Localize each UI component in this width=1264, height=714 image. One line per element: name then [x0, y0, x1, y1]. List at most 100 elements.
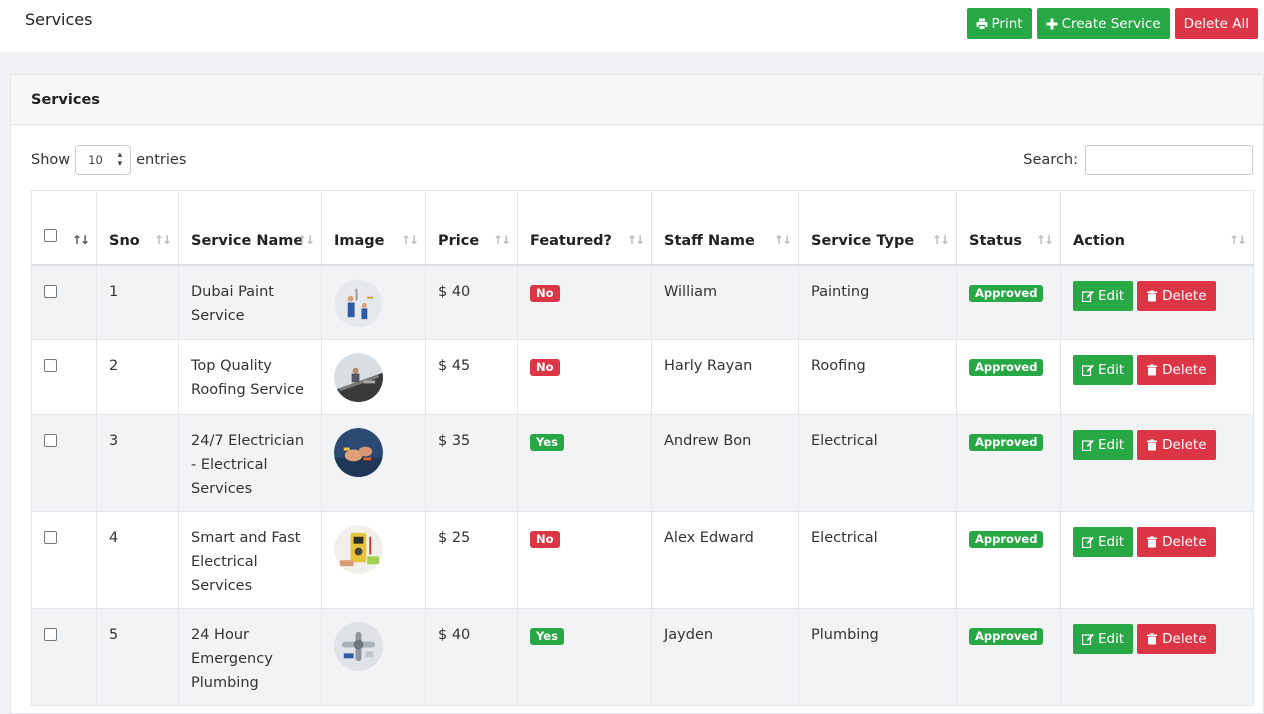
status-badge: Approved — [969, 628, 1044, 645]
column-header-price[interactable]: Price ↑↓ — [425, 190, 518, 265]
cell-image — [321, 264, 426, 340]
cell-staff-name: Harly Rayan — [651, 339, 799, 415]
cell-action: Edit Delete — [1060, 264, 1254, 340]
cell-service-type: Electrical — [798, 414, 957, 512]
column-header-staff-name[interactable]: Staff Name ↑↓ — [651, 190, 799, 265]
edit-icon — [1082, 536, 1094, 548]
edit-icon — [1082, 364, 1094, 376]
row-actions: Edit Delete — [1073, 280, 1241, 311]
cell-sno: 4 — [96, 511, 179, 609]
cell-featured: No — [517, 339, 652, 415]
featured-badge: No — [530, 359, 560, 376]
select-caret-icon: ▴ ▾ — [117, 150, 123, 169]
plumbing-thumbnail — [334, 622, 383, 671]
delete-button[interactable]: Delete — [1137, 527, 1216, 557]
create-service-button[interactable]: Create Service — [1036, 8, 1170, 39]
delete-button[interactable]: Delete — [1137, 280, 1216, 311]
edit-button[interactable]: Edit — [1073, 280, 1134, 311]
cell-service-name: Dubai Paint Service — [178, 264, 322, 340]
edit-button[interactable]: Edit — [1073, 355, 1134, 385]
cell-price: $ 35 — [425, 414, 518, 512]
delete-button[interactable]: Delete — [1137, 355, 1216, 385]
status-badge: Approved — [969, 284, 1044, 302]
print-button[interactable]: Print — [966, 8, 1032, 39]
featured-badge: No — [530, 284, 560, 302]
cell-price: $ 40 — [425, 608, 518, 706]
column-header-service-name[interactable]: Service Name ↑↓ — [178, 190, 322, 265]
cell-image — [321, 511, 426, 609]
cell-price: $ 45 — [425, 339, 518, 415]
table-row: 2 Top Quality Roofing Service $ 45 No Ha… — [31, 339, 1254, 415]
electrician-thumbnail — [334, 428, 383, 477]
table-row: 3 24/7 Electrician - Electrical Services… — [31, 414, 1254, 512]
show-label: Show — [31, 152, 71, 168]
cell-service-type: Electrical — [798, 511, 957, 609]
search-control: Search: — [1023, 145, 1253, 175]
column-header-label: Status — [969, 232, 1023, 249]
row-checkbox[interactable] — [44, 284, 57, 298]
create-service-button-label: Create Service — [1061, 15, 1161, 32]
column-header-label: Image — [334, 232, 385, 249]
entries-select-value: 10 — [88, 153, 103, 167]
edit-icon — [1082, 439, 1094, 451]
column-header-label: Staff Name — [664, 232, 755, 249]
card-title: Services — [11, 75, 1263, 125]
sort-icon: ↑↓ — [931, 232, 950, 247]
column-header-featured[interactable]: Featured? ↑↓ — [517, 190, 652, 265]
column-header-service-type[interactable]: Service Type ↑↓ — [798, 190, 957, 265]
row-checkbox[interactable] — [44, 434, 57, 447]
roofing-thumbnail — [334, 353, 383, 402]
cell-service-name: 24 Hour Emergency Plumbing — [178, 608, 322, 706]
sort-icon: ↑↓ — [492, 232, 511, 247]
entries-length-control: Show 10 ▴ ▾ entries — [31, 145, 186, 175]
cell-price: $ 40 — [425, 264, 518, 340]
cell-action: Edit Delete — [1060, 339, 1254, 415]
row-actions: Edit Delete — [1073, 355, 1241, 385]
cell-action: Edit Delete — [1060, 414, 1254, 512]
cell-featured: No — [517, 264, 652, 340]
delete-all-button[interactable]: Delete All — [1174, 8, 1258, 39]
entries-select[interactable]: 10 ▴ ▾ — [75, 145, 132, 175]
row-checkbox[interactable] — [44, 628, 57, 641]
column-header-action[interactable]: Action ↑↓ — [1060, 190, 1254, 265]
search-input[interactable] — [1085, 145, 1253, 175]
sort-asc-icon: ↑↓ — [71, 232, 90, 247]
row-actions: Edit Delete — [1073, 527, 1241, 557]
services-card: Services Show 10 ▴ ▾ entries Search: ↑↓ S… — [10, 74, 1264, 714]
cell-service-name: 24/7 Electrician - Electrical Services — [178, 414, 322, 512]
cell-status: Approved — [956, 339, 1061, 415]
electrical-thumbnail — [334, 525, 383, 574]
cell-image — [321, 608, 426, 706]
table-body: 1 Dubai Paint Service $ 40 No William Pa… — [31, 264, 1254, 706]
featured-badge: Yes — [530, 434, 564, 451]
cell-sno: 1 — [96, 264, 179, 340]
select-all-checkbox[interactable] — [44, 228, 57, 242]
cell-select — [31, 339, 97, 415]
row-checkbox[interactable] — [44, 359, 57, 372]
delete-button-label: Delete — [1162, 362, 1207, 378]
top-actions: Print Create Service Delete All — [966, 8, 1258, 39]
status-badge: Approved — [969, 359, 1044, 376]
cell-sno: 2 — [96, 339, 179, 415]
column-header-sno[interactable]: Sno ↑↓ — [96, 190, 179, 265]
column-header-image[interactable]: Image ↑↓ — [321, 190, 426, 265]
delete-button[interactable]: Delete — [1137, 430, 1216, 460]
sort-icon: ↑↓ — [296, 232, 315, 247]
column-header-label: Action — [1073, 232, 1126, 249]
column-header-label: Service Type — [811, 232, 915, 249]
row-checkbox[interactable] — [44, 531, 57, 544]
row-actions: Edit Delete — [1073, 624, 1241, 654]
column-header-select[interactable]: ↑↓ — [31, 190, 97, 265]
delete-button-label: Delete — [1162, 534, 1207, 550]
sort-icon: ↑↓ — [153, 232, 172, 247]
cell-sno: 3 — [96, 414, 179, 512]
column-header-label: Price — [438, 232, 480, 249]
edit-button[interactable]: Edit — [1073, 430, 1134, 460]
delete-button[interactable]: Delete — [1137, 624, 1216, 654]
trash-icon — [1147, 439, 1158, 451]
edit-button[interactable]: Edit — [1073, 527, 1134, 557]
status-badge: Approved — [969, 434, 1044, 451]
edit-button[interactable]: Edit — [1073, 624, 1134, 654]
column-header-status[interactable]: Status ↑↓ — [956, 190, 1061, 265]
cell-service-name: Top Quality Roofing Service — [178, 339, 322, 415]
